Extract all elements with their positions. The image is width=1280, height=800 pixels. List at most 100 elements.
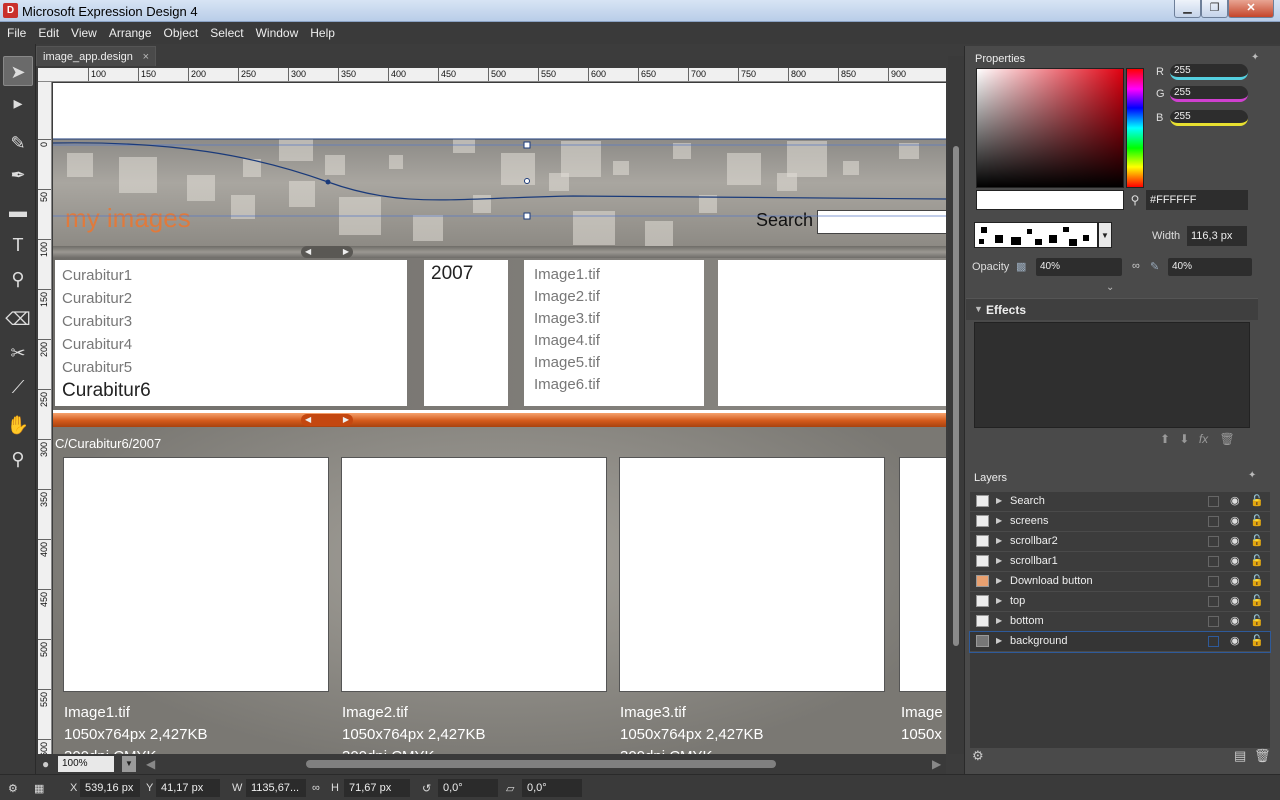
pin-icon[interactable]: ✦ — [1251, 52, 1259, 63]
rotate-field[interactable]: 0,0° — [438, 779, 498, 797]
layer-row[interactable]: ▶ scrollbar1 ◉ 🔓 — [970, 552, 1270, 572]
view-icon[interactable]: ● — [42, 757, 49, 771]
h-field[interactable]: 71,67 px — [344, 779, 410, 797]
b-field[interactable]: 255 — [1170, 110, 1248, 126]
layer-row[interactable]: ▶ Download button ◉ 🔓 — [970, 572, 1270, 592]
zoom-field[interactable]: 100% — [58, 756, 114, 772]
eye-icon[interactable]: ◉ — [1230, 514, 1240, 527]
gear-icon[interactable]: ⚙ — [8, 782, 18, 795]
eye-icon[interactable]: ◉ — [1230, 554, 1240, 567]
skew-field[interactable]: 0,0° — [522, 779, 582, 797]
logo-text[interactable]: my images — [65, 203, 191, 234]
layer-row[interactable]: ▶ top ◉ 🔓 — [970, 592, 1270, 612]
layer-row-selected[interactable]: ▶ background ◉ 🔓 — [969, 631, 1271, 653]
expand-arrow-icon[interactable]: ▶ — [996, 536, 1002, 545]
layer-target-box[interactable] — [1208, 616, 1219, 627]
lock-icon[interactable]: 🔓 — [1250, 614, 1264, 627]
delete-layer-icon[interactable]: 🗑 — [1254, 748, 1271, 764]
maximize-button[interactable]: ❐ — [1201, 0, 1228, 18]
hex-color-field[interactable]: #FFFFFF — [1146, 190, 1248, 210]
bottom-panel[interactable]: C/Curabitur6/2007 Image1.tif 1050x764px 2… — [53, 427, 946, 754]
stroke-pattern-preview[interactable] — [974, 222, 1098, 248]
lock-icon[interactable]: 🔓 — [1250, 574, 1264, 587]
layer-target-box[interactable] — [1208, 496, 1219, 507]
gear-icon[interactable]: ⚙ — [972, 748, 984, 764]
expand-arrow-icon[interactable]: ▶ — [996, 556, 1002, 565]
list-item[interactable]: Curabitur2 — [62, 287, 407, 310]
link-icon[interactable]: ∞ — [312, 782, 320, 794]
hue-slider[interactable] — [1126, 68, 1144, 188]
layer-target-box[interactable] — [1208, 536, 1219, 547]
eye-icon[interactable]: ◉ — [1230, 594, 1240, 607]
eyedropper-icon[interactable]: ⚲ — [1126, 190, 1144, 210]
width-field[interactable]: 116,3 px — [1187, 226, 1247, 246]
list-item[interactable]: Image4.tif — [534, 330, 704, 352]
rectangle-tool-icon[interactable]: ▬ — [3, 196, 33, 226]
top-banner[interactable]: my images Search — [53, 139, 946, 249]
layer-target-box[interactable] — [1208, 596, 1219, 607]
scroll-right-icon[interactable]: ▶ — [932, 757, 941, 771]
layer-row[interactable]: ▶ scrollbar2 ◉ 🔓 — [970, 532, 1270, 552]
menu-help[interactable]: Help — [304, 22, 341, 44]
expand-arrow-icon[interactable]: ▶ — [996, 596, 1002, 605]
expand-arrow-icon[interactable]: ▶ — [996, 576, 1002, 585]
delete-icon[interactable]: 🗑 — [1220, 432, 1235, 446]
x-field[interactable]: 539,16 px — [80, 779, 140, 797]
thumbnail-image[interactable] — [341, 457, 607, 692]
scrollbar1-handle[interactable]: ◀ ▶ — [301, 246, 353, 258]
list-item[interactable]: Image1.tif — [534, 264, 704, 286]
list-item[interactable]: Curabitur4 — [62, 333, 407, 356]
layer-target-box[interactable] — [1208, 556, 1219, 567]
y-field[interactable]: 41,17 px — [156, 779, 220, 797]
lock-icon[interactable]: 🔓 — [1250, 554, 1264, 567]
menu-file[interactable]: File — [1, 22, 32, 44]
menu-view[interactable]: View — [65, 22, 103, 44]
artboard[interactable]: my images Search ◀ ▶ Curabitur1 Curabitur… — [53, 83, 946, 754]
link-icon[interactable]: ∞ — [1132, 260, 1140, 272]
eye-icon[interactable]: ◉ — [1230, 574, 1240, 587]
eye-icon[interactable]: ◉ — [1230, 634, 1240, 647]
screens-browser[interactable]: Curabitur1 Curabitur2 Curabitur3 Curabit… — [53, 258, 946, 410]
list-item[interactable]: Curabitur5 — [62, 356, 407, 379]
preview-column[interactable] — [718, 260, 946, 406]
thumbnail-image[interactable] — [619, 457, 885, 692]
document-tab[interactable]: image_app.design × — [36, 46, 156, 66]
menu-arrange[interactable]: Arrange — [103, 22, 158, 44]
eraser-tool-icon[interactable]: ⌫ — [3, 304, 33, 334]
layer-row[interactable]: ▶ Search ◉ 🔓 — [970, 492, 1270, 512]
eyedropper-tool-icon[interactable]: ⚲ — [3, 264, 33, 294]
minimize-button[interactable]: ▁ — [1174, 0, 1201, 18]
horizontal-scrollbar[interactable] — [306, 760, 776, 768]
vertical-scrollbar[interactable] — [948, 56, 964, 754]
expand-arrow-icon[interactable]: ▶ — [996, 636, 1002, 645]
close-tab-icon[interactable]: × — [143, 47, 149, 67]
lock-icon[interactable]: 🔓 — [1250, 514, 1264, 527]
lock-icon[interactable]: 🔓 — [1250, 634, 1264, 647]
menu-object[interactable]: Object — [158, 22, 205, 44]
menu-select[interactable]: Select — [204, 22, 249, 44]
scrollbar2[interactable]: ◀ ▶ — [53, 413, 946, 427]
list-item[interactable]: Curabitur1 — [62, 264, 407, 287]
lock-icon[interactable]: 🔓 — [1250, 494, 1264, 507]
zoom-tool-icon[interactable]: ⚲ — [3, 444, 33, 474]
fx-icon[interactable]: fx — [1199, 432, 1208, 446]
w-field[interactable]: 1135,67... — [246, 779, 306, 797]
list-item-selected[interactable]: Curabitur6 — [62, 379, 407, 402]
expand-arrow-icon[interactable]: ▶ — [996, 516, 1002, 525]
g-field[interactable]: 255 — [1170, 86, 1248, 102]
move-up-icon[interactable]: ⬆ — [1160, 432, 1170, 446]
search-label[interactable]: Search — [756, 210, 813, 231]
vertical-ruler[interactable]: 0 50 100 150 200 250 300 350 400 450 500 550 600 — [38, 82, 52, 754]
expand-icon[interactable]: ⌄ — [1106, 282, 1114, 293]
layer-row[interactable]: ▶ screens ◉ 🔓 — [970, 512, 1270, 532]
collapse-icon[interactable]: ▼ — [974, 304, 983, 314]
year-column[interactable]: 2007 — [424, 260, 508, 406]
eye-icon[interactable]: ◉ — [1230, 494, 1240, 507]
thumbnail-image[interactable] — [63, 457, 329, 692]
r-field[interactable]: 255 — [1170, 64, 1248, 80]
horizontal-ruler[interactable]: 100 150 200 250 300 350 400 450 500 550 600 650 700 7… — [38, 68, 946, 82]
layer-row[interactable]: ▶ bottom ◉ 🔓 — [970, 612, 1270, 632]
current-color-swatch[interactable] — [976, 190, 1124, 210]
brush-tool-icon[interactable]: ✎ — [3, 128, 33, 158]
layer-target-box[interactable] — [1208, 576, 1219, 587]
